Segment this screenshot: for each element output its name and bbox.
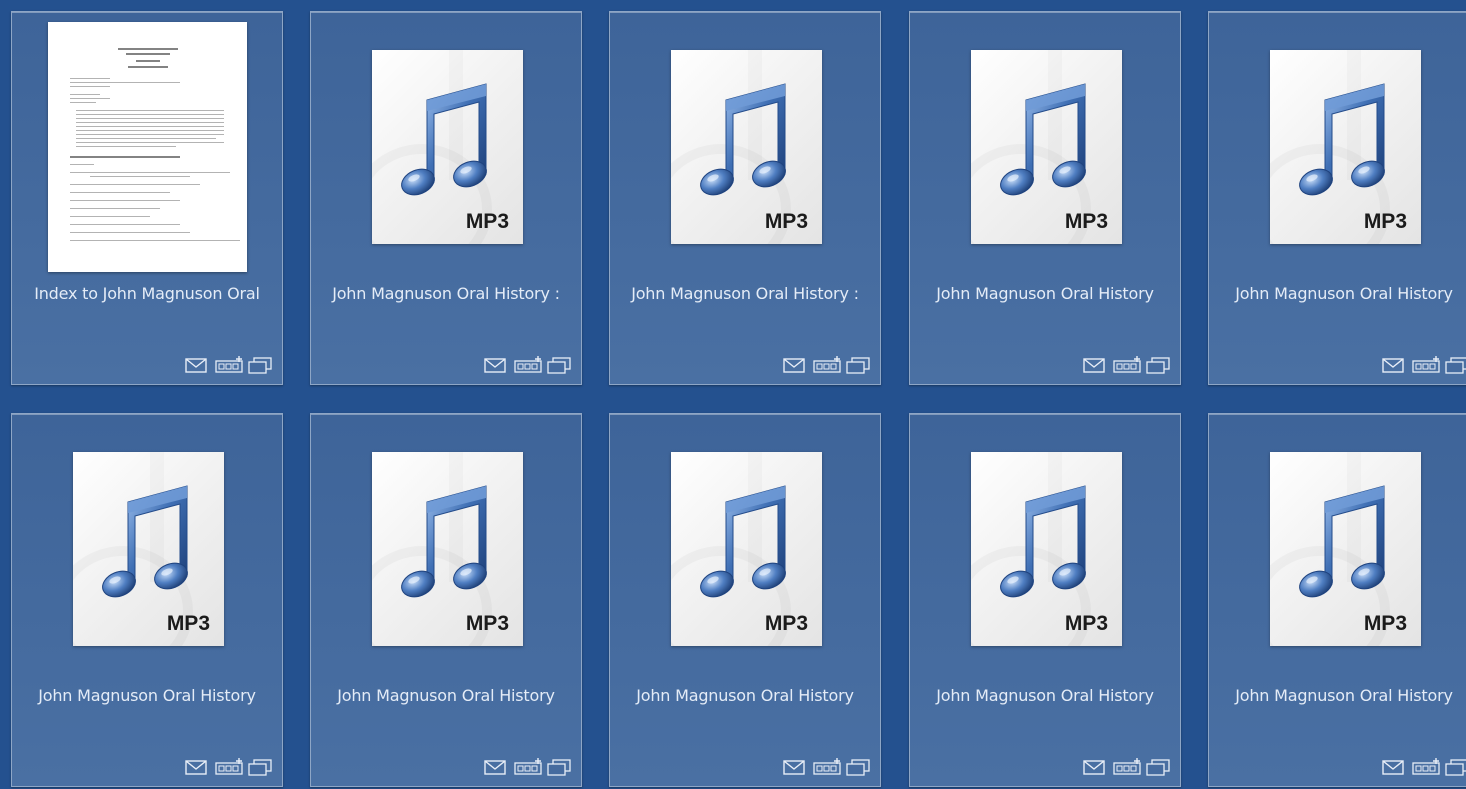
mp3-file-icon[interactable]: MP3 <box>1270 50 1421 244</box>
view-item-icon[interactable] <box>247 356 273 374</box>
music-note-icon <box>700 83 786 196</box>
audio-result-card[interactable]: MP3 John Magnuson Oral History <box>310 413 582 787</box>
item-actions <box>1081 758 1171 776</box>
view-item-icon[interactable] <box>546 758 572 776</box>
audio-result-card[interactable]: MP3 John Magnuson Oral History : <box>310 11 582 385</box>
add-to-bookbag-icon[interactable] <box>514 356 542 374</box>
add-to-bookbag-icon[interactable] <box>514 758 542 776</box>
item-actions <box>183 758 273 776</box>
music-note-icon <box>1299 485 1385 598</box>
item-actions <box>1380 758 1466 776</box>
item-title[interactable]: John Magnuson Oral History <box>1209 284 1466 303</box>
music-note-icon <box>401 83 487 196</box>
item-actions <box>183 356 273 374</box>
file-type-badge: MP3 <box>166 612 210 635</box>
audio-result-card[interactable]: MP3 John Magnuson Oral History <box>909 11 1181 385</box>
audio-result-card[interactable]: MP3 John Magnuson Oral History <box>1208 413 1466 787</box>
email-icon[interactable] <box>1081 758 1107 776</box>
email-icon[interactable] <box>183 758 209 776</box>
audio-result-card[interactable]: MP3 John Magnuson Oral History <box>609 413 881 787</box>
add-to-bookbag-icon[interactable] <box>215 758 243 776</box>
item-actions <box>482 356 572 374</box>
item-title[interactable]: Index to John Magnuson Oral <box>12 284 282 303</box>
audio-result-card[interactable]: MP3 John Magnuson Oral History <box>1208 11 1466 385</box>
item-title[interactable]: John Magnuson Oral History : <box>610 284 880 303</box>
audio-result-card[interactable]: MP3 John Magnuson Oral History : <box>609 11 881 385</box>
item-title[interactable]: John Magnuson Oral History <box>910 284 1180 303</box>
email-icon[interactable] <box>1081 356 1107 374</box>
view-item-icon[interactable] <box>1444 356 1466 374</box>
email-icon[interactable] <box>1380 758 1406 776</box>
item-title[interactable]: John Magnuson Oral History <box>311 686 581 705</box>
item-title[interactable]: John Magnuson Oral History : <box>311 284 581 303</box>
item-title[interactable]: John Magnuson Oral History <box>910 686 1180 705</box>
add-to-bookbag-icon[interactable] <box>1412 758 1440 776</box>
view-item-icon[interactable] <box>1444 758 1466 776</box>
add-to-bookbag-icon[interactable] <box>813 356 841 374</box>
item-actions <box>1380 356 1466 374</box>
view-item-icon[interactable] <box>1145 356 1171 374</box>
add-to-bookbag-icon[interactable] <box>813 758 841 776</box>
email-icon[interactable] <box>781 356 807 374</box>
file-type-badge: MP3 <box>764 612 808 635</box>
music-note-icon <box>1000 83 1086 196</box>
mp3-file-icon[interactable]: MP3 <box>73 452 224 646</box>
mp3-file-icon[interactable]: MP3 <box>971 452 1122 646</box>
item-title[interactable]: John Magnuson Oral History <box>12 686 282 705</box>
file-type-badge: MP3 <box>1363 612 1407 635</box>
music-note-icon <box>1000 485 1086 598</box>
mp3-file-icon[interactable]: MP3 <box>372 50 523 244</box>
email-icon[interactable] <box>183 356 209 374</box>
audio-result-card[interactable]: MP3 John Magnuson Oral History <box>909 413 1181 787</box>
add-to-bookbag-icon[interactable] <box>1113 758 1141 776</box>
email-icon[interactable] <box>1380 356 1406 374</box>
view-item-icon[interactable] <box>546 356 572 374</box>
mp3-file-icon[interactable]: MP3 <box>671 50 822 244</box>
add-to-bookbag-icon[interactable] <box>215 356 243 374</box>
file-type-badge: MP3 <box>1064 612 1108 635</box>
document-thumbnail[interactable] <box>48 22 247 272</box>
mp3-file-icon[interactable]: MP3 <box>671 452 822 646</box>
email-icon[interactable] <box>781 758 807 776</box>
file-type-badge: MP3 <box>465 612 509 635</box>
item-actions <box>781 356 871 374</box>
view-item-icon[interactable] <box>845 356 871 374</box>
document-result-card[interactable]: Index to John Magnuson Oral <box>11 11 283 385</box>
item-title[interactable]: John Magnuson Oral History <box>610 686 880 705</box>
item-actions <box>1081 356 1171 374</box>
music-note-icon <box>102 485 188 598</box>
music-note-icon <box>1299 83 1385 196</box>
file-type-badge: MP3 <box>465 210 509 233</box>
audio-result-card[interactable]: MP3 John Magnuson Oral History <box>11 413 283 787</box>
view-item-icon[interactable] <box>247 758 273 776</box>
item-title[interactable]: John Magnuson Oral History <box>1209 686 1466 705</box>
mp3-file-icon[interactable]: MP3 <box>1270 452 1421 646</box>
add-to-bookbag-icon[interactable] <box>1412 356 1440 374</box>
mp3-file-icon[interactable]: MP3 <box>372 452 523 646</box>
email-icon[interactable] <box>482 758 508 776</box>
mp3-file-icon[interactable]: MP3 <box>971 50 1122 244</box>
view-item-icon[interactable] <box>845 758 871 776</box>
add-to-bookbag-icon[interactable] <box>1113 356 1141 374</box>
view-item-icon[interactable] <box>1145 758 1171 776</box>
music-note-icon <box>401 485 487 598</box>
item-actions <box>482 758 572 776</box>
email-icon[interactable] <box>482 356 508 374</box>
file-type-badge: MP3 <box>1064 210 1108 233</box>
item-actions <box>781 758 871 776</box>
results-grid: Index to John Magnuson Oral MP3 John Magnu… <box>0 0 1466 789</box>
file-type-badge: MP3 <box>764 210 808 233</box>
file-type-badge: MP3 <box>1363 210 1407 233</box>
music-note-icon <box>700 485 786 598</box>
